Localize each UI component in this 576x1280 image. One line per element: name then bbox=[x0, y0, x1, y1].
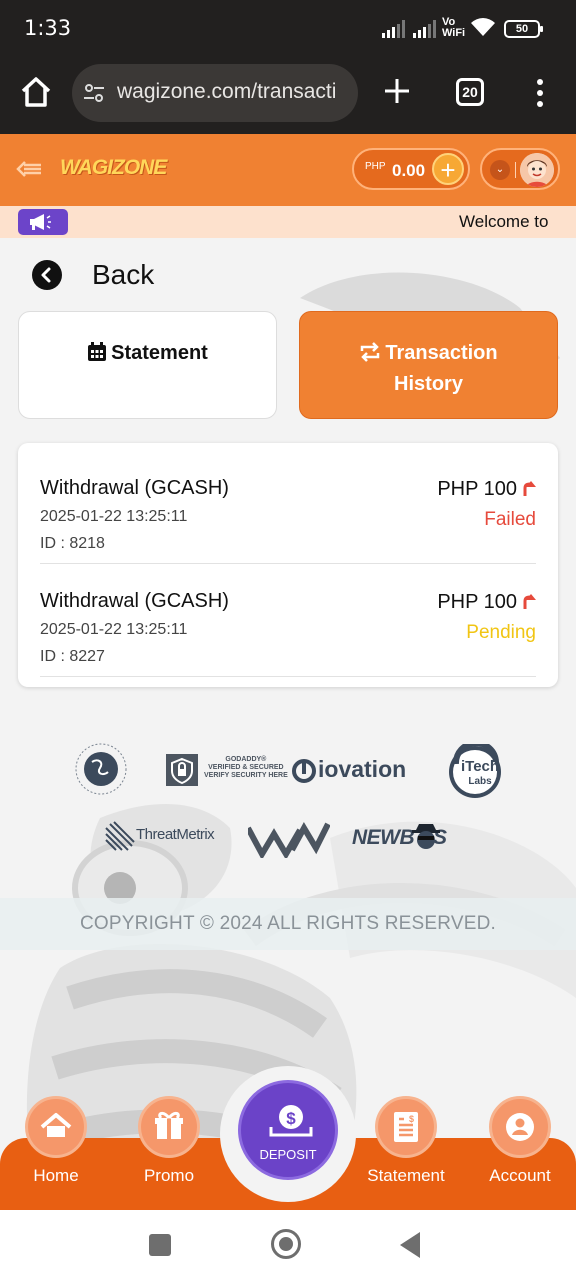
profile-menu[interactable]: ⌄ bbox=[480, 148, 560, 190]
chevron-left-icon[interactable] bbox=[32, 260, 62, 290]
nav-account[interactable]: Account bbox=[472, 1096, 568, 1196]
deposit-label: DEPOSIT bbox=[259, 1147, 317, 1162]
menu-collapse-icon[interactable] bbox=[16, 159, 42, 179]
system-nav-bar bbox=[0, 1210, 576, 1280]
site-settings-icon[interactable] bbox=[82, 81, 106, 105]
svg-text:$: $ bbox=[409, 1114, 414, 1124]
copyright-footer: COPYRIGHT © 2024 ALL RIGHTS RESERVED. bbox=[0, 898, 576, 950]
nav-statement-label: Statement bbox=[367, 1166, 445, 1185]
partner-logos: GODADDY® VERIFIED & SECURED VERIFY SECURIT… bbox=[0, 740, 576, 870]
iovation-icon bbox=[292, 759, 316, 783]
browser-toolbar: wagizone.com/transacti 20 bbox=[0, 56, 576, 134]
tab-history-label-line1: Transaction bbox=[385, 342, 498, 364]
status-bar: 1:33 Vo WiFi 50 bbox=[0, 0, 576, 56]
address-bar[interactable]: wagizone.com/transacti bbox=[72, 64, 358, 122]
battery-icon: 50 bbox=[504, 20, 543, 38]
recents-icon[interactable] bbox=[149, 1234, 171, 1256]
avatar[interactable] bbox=[520, 153, 554, 187]
more-menu-icon[interactable] bbox=[536, 78, 544, 108]
wallet-currency: PHP bbox=[365, 161, 386, 172]
tab-statement-label: Statement bbox=[111, 342, 208, 364]
up-arrow-icon bbox=[523, 594, 536, 609]
announcement-text: Welcome to bbox=[459, 212, 549, 231]
up-arrow-icon bbox=[523, 481, 536, 496]
announcement-bar: Welcome to bbox=[0, 206, 576, 238]
swap-arrows-icon bbox=[361, 342, 380, 362]
transaction-id: ID : 8218 bbox=[40, 535, 105, 552]
back-label[interactable]: Back bbox=[92, 259, 154, 291]
site-header: WAGIZONE PHP 0.00 + ⌄ bbox=[0, 134, 576, 206]
gli-logo bbox=[75, 743, 127, 795]
site-logo[interactable]: WAGIZONE bbox=[60, 156, 167, 180]
calendar-icon bbox=[88, 342, 107, 361]
status-badge: Pending bbox=[466, 622, 536, 643]
iovation-logo: iovation bbox=[318, 756, 407, 782]
back-triangle-icon[interactable] bbox=[400, 1232, 420, 1258]
gift-icon[interactable] bbox=[138, 1096, 200, 1158]
newboss-mascot-icon bbox=[412, 824, 440, 849]
tab-switcher-button[interactable]: 20 bbox=[456, 78, 484, 106]
add-funds-button[interactable]: + bbox=[432, 153, 464, 185]
new-tab-icon[interactable] bbox=[382, 76, 412, 106]
nav-promo[interactable]: Promo bbox=[121, 1096, 217, 1196]
nav-home-label: Home bbox=[33, 1166, 79, 1185]
transaction-id: ID : 8227 bbox=[40, 648, 105, 665]
svg-text:$: $ bbox=[286, 1109, 296, 1128]
wifi-icon bbox=[471, 18, 495, 36]
megaphone-icon bbox=[18, 209, 68, 235]
threatmetrix-logo: ThreatMetrix bbox=[136, 826, 215, 843]
signal-icon-2 bbox=[413, 20, 436, 38]
itech-labs-logo: iTech Labs bbox=[461, 758, 500, 787]
list-item[interactable]: Withdrawal (GCASH) 2025-01-22 13:25:11 I… bbox=[40, 451, 536, 564]
chevron-down-icon[interactable]: ⌄ bbox=[490, 160, 510, 180]
divider bbox=[515, 162, 516, 178]
wallet-amount: 0.00 bbox=[392, 161, 426, 180]
list-item[interactable]: Withdrawal (GCASH) 2025-01-22 13:25:11 I… bbox=[40, 564, 536, 677]
wallet-balance: PHP 0.00 + bbox=[352, 148, 470, 190]
godaddy-logo: GODADDY® VERIFIED & SECURED VERIFY SECURIT… bbox=[204, 756, 288, 779]
status-badge: Failed bbox=[484, 509, 536, 530]
transaction-amount: PHP 100 bbox=[437, 477, 536, 501]
home-icon[interactable] bbox=[18, 74, 54, 110]
document-icon[interactable]: $ bbox=[375, 1096, 437, 1158]
url-text[interactable]: wagizone.com/transacti bbox=[117, 80, 353, 104]
godaddy-shield-icon bbox=[166, 754, 198, 786]
nav-home[interactable]: Home bbox=[8, 1096, 104, 1196]
clock: 1:33 bbox=[24, 16, 72, 40]
nav-account-label: Account bbox=[489, 1166, 551, 1185]
deposit-button[interactable]: $ DEPOSIT bbox=[238, 1080, 338, 1180]
account-icon[interactable] bbox=[489, 1096, 551, 1158]
nav-statement[interactable]: $ Statement bbox=[358, 1096, 454, 1196]
tab-transaction-history[interactable]: Transaction History bbox=[299, 311, 558, 419]
nav-promo-label: Promo bbox=[143, 1166, 195, 1185]
transaction-datetime: 2025-01-22 13:25:11 bbox=[40, 508, 188, 525]
transaction-amount: PHP 100 bbox=[437, 590, 536, 614]
vowifi-label: Vo WiFi bbox=[442, 16, 466, 39]
dollar-icon: $ bbox=[269, 1105, 313, 1137]
home-circle-icon[interactable] bbox=[271, 1229, 301, 1259]
signal-icon bbox=[382, 20, 405, 38]
transaction-datetime: 2025-01-22 13:25:11 bbox=[40, 621, 188, 638]
transaction-title: Withdrawal (GCASH) bbox=[40, 477, 229, 499]
tab-statement[interactable]: Statement bbox=[18, 311, 277, 419]
transaction-title: Withdrawal (GCASH) bbox=[40, 590, 229, 612]
ww-logo bbox=[248, 821, 330, 858]
transaction-list: Withdrawal (GCASH) 2025-01-22 13:25:11 I… bbox=[18, 443, 558, 687]
home-icon[interactable] bbox=[25, 1096, 87, 1158]
threatmetrix-icon bbox=[105, 821, 135, 851]
tab-history-label-line2: History bbox=[394, 373, 463, 395]
